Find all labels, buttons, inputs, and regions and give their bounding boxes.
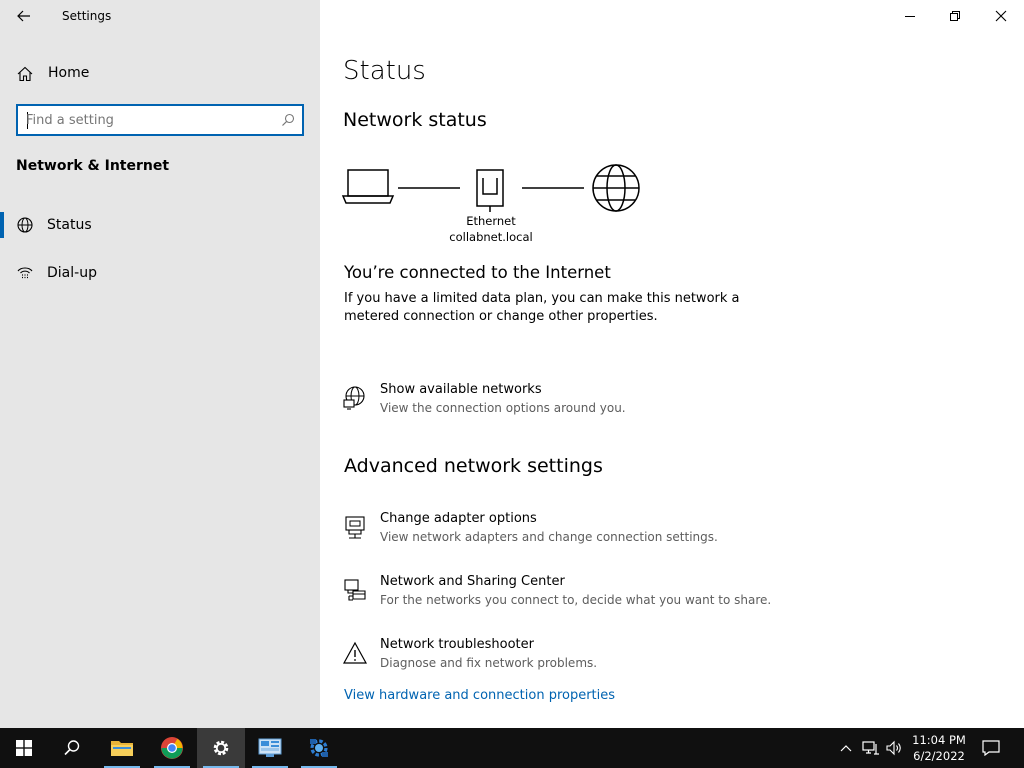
option-subtitle: View the connection options around you.: [380, 401, 626, 415]
sidebar-item-status[interactable]: Status: [0, 208, 320, 242]
adapter-icon: [345, 516, 365, 539]
speaker-icon: [886, 740, 901, 756]
network-tray-icon: [862, 741, 879, 755]
warning-icon: [342, 641, 368, 664]
network-status-heading: Network status: [343, 109, 487, 131]
network-name: collabnet.local: [449, 230, 533, 244]
file-explorer-button[interactable]: [98, 728, 146, 768]
settings-taskbar-button[interactable]: [197, 728, 245, 768]
close-icon: [995, 10, 1007, 22]
taskbar: 11:04 PM 6/2/2022: [0, 728, 1024, 768]
app-title: Settings: [62, 9, 112, 23]
close-button[interactable]: [978, 0, 1024, 32]
show-hidden-icons-button[interactable]: [836, 738, 856, 758]
globe-icon: [592, 164, 640, 212]
search-icon[interactable]: [281, 113, 295, 127]
option-title: Network troubleshooter: [380, 637, 534, 652]
search-box[interactable]: [16, 104, 304, 136]
minimize-icon: [905, 16, 915, 17]
ethernet-icon: [476, 169, 504, 212]
clock-date: 6/2/2022: [913, 749, 965, 763]
sidebar-item-label: Dial-up: [47, 265, 97, 281]
network-troubleshooter-link[interactable]: Network troubleshooter Diagnose and fix …: [340, 636, 820, 680]
chevron-up-icon: [840, 745, 852, 752]
action-center-button[interactable]: [981, 738, 1001, 758]
home-nav-item[interactable]: Home: [0, 58, 320, 88]
windows-logo-icon: [16, 740, 32, 756]
connection-status-heading: You’re connected to the Internet: [344, 263, 611, 282]
show-networks-icon: [343, 386, 365, 410]
laptop-icon: [341, 169, 395, 204]
option-title: Network and Sharing Center: [380, 574, 565, 589]
show-available-networks-link[interactable]: Show available networks View the connect…: [340, 381, 820, 425]
restore-button[interactable]: [932, 0, 978, 32]
adapter-name: Ethernet: [466, 214, 516, 228]
volume-tray-button[interactable]: [884, 738, 904, 758]
option-title: Change adapter options: [380, 511, 537, 526]
network-sharing-center-link[interactable]: Network and Sharing Center For the netwo…: [340, 573, 820, 617]
control-panel-icon: [258, 738, 282, 757]
gear-icon: [213, 740, 229, 756]
view-hardware-properties-link[interactable]: View hardware and connection properties: [344, 688, 615, 703]
search-input[interactable]: [26, 111, 276, 129]
adapter-label: Ethernet collabnet.local: [441, 213, 541, 245]
change-adapter-options-link[interactable]: Change adapter options View network adap…: [340, 510, 820, 554]
connection-status-text: If you have a limited data plan, you can…: [344, 291, 740, 324]
sidebar: Settings Home Network & Internet Status …: [0, 0, 320, 728]
active-indicator: [0, 212, 4, 238]
restore-icon: [950, 11, 960, 21]
folder-icon: [111, 741, 133, 756]
taskbar-clock[interactable]: 11:04 PM 6/2/2022: [904, 732, 974, 764]
option-title: Show available networks: [380, 382, 542, 397]
chrome-icon: [161, 737, 183, 759]
taskbar-search-button[interactable]: [48, 728, 96, 768]
minimize-button[interactable]: [887, 0, 933, 32]
status-icon: [17, 217, 33, 233]
search-icon: [64, 740, 80, 756]
sidebar-item-label: Status: [47, 217, 92, 233]
network-tray-button[interactable]: [861, 738, 881, 758]
chrome-button[interactable]: [148, 728, 196, 768]
control-panel-button[interactable]: [246, 728, 294, 768]
option-subtitle: View network adapters and change connect…: [380, 530, 718, 544]
start-button[interactable]: [0, 728, 48, 768]
network-tool-icon: [310, 739, 328, 757]
home-icon: [17, 66, 33, 82]
back-arrow-icon: [17, 10, 30, 22]
back-button[interactable]: [10, 4, 38, 28]
page-title: Status: [343, 56, 426, 86]
network-tool-button[interactable]: [295, 728, 343, 768]
option-subtitle: For the networks you connect to, decide …: [380, 593, 772, 607]
advanced-settings-heading: Advanced network settings: [344, 455, 603, 477]
sidebar-item-dial-up[interactable]: Dial-up: [0, 256, 320, 290]
section-heading: Network & Internet: [16, 158, 170, 174]
dial-up-icon: [17, 267, 33, 279]
home-label: Home: [48, 65, 90, 81]
sharing-center-icon: [344, 579, 366, 601]
clock-time: 11:04 PM: [912, 733, 966, 747]
option-subtitle: Diagnose and fix network problems.: [380, 656, 598, 670]
notification-icon: [982, 740, 1000, 756]
